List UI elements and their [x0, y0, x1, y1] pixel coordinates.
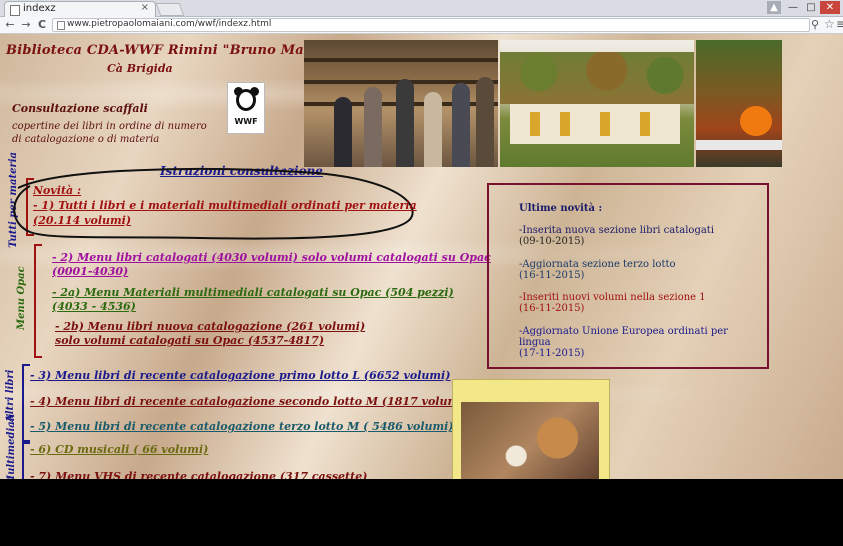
news-item-text: -Inserita nuova sezione libri catalogati: [519, 225, 715, 236]
news-item-text: -Aggiornato Unione Europea ordinati per …: [519, 326, 728, 348]
side-label-opac: Menu Opac: [16, 266, 27, 330]
new-tab-button[interactable]: [155, 3, 185, 16]
menu-link-2a[interactable]: - 2a) Menu Materiali multimediali catalo…: [52, 286, 454, 300]
menu-link-2b-range[interactable]: solo volumi catalogati su Opac (4537-481…: [55, 334, 324, 348]
photo-pumpkin: [696, 40, 782, 167]
section-bracket: [34, 244, 42, 358]
zoom-icon[interactable]: ⚲: [811, 18, 819, 31]
wwf-label: WWF: [234, 117, 258, 126]
tab-title: indexz: [23, 3, 56, 14]
back-arrow-icon[interactable]: ←: [4, 18, 16, 31]
menu-link-2a-range[interactable]: (4033 - 4536): [52, 300, 136, 314]
user-profile-icon[interactable]: ▲: [767, 1, 781, 14]
news-item: -Inseriti nuovi volumi nella sezione 1 (…: [519, 292, 759, 314]
news-item-text: -Aggiornata sezione terzo lotto: [519, 259, 676, 270]
news-item-date: (16-11-2015): [519, 270, 585, 281]
news-item-date: (17-11-2015): [519, 348, 585, 359]
menu-link-5[interactable]: - 5) Menu libri di recente catalogazione…: [30, 420, 454, 434]
tab-close-icon[interactable]: ×: [141, 2, 149, 13]
reload-icon[interactable]: C: [36, 18, 48, 31]
browser-menu-icon[interactable]: ≡: [836, 17, 843, 31]
consult-heading: Consultazione scaffali: [12, 102, 148, 115]
black-region: [0, 479, 843, 546]
window-close-button[interactable]: ✕: [820, 1, 840, 14]
url-text[interactable]: www.pietropaolomaiani.com/wwf/indexz.htm…: [67, 19, 271, 29]
page-viewport: Biblioteca CDA-WWF Rimini "Bruno Marabin…: [0, 34, 843, 479]
book-cover-image[interactable]: [452, 379, 610, 479]
news-item: -Aggiornata sezione terzo lotto (16-11-2…: [519, 259, 759, 281]
photo-library-group: [304, 40, 498, 167]
panda-icon: [236, 89, 256, 111]
browser-tabstrip: indexz × ▲ — □ ✕: [0, 0, 843, 17]
news-item: -Inserita nuova sezione libri catalogati…: [519, 225, 759, 247]
address-bar[interactable]: www.pietropaolomaiani.com/wwf/indexz.htm…: [52, 18, 810, 32]
menu-link-1-count[interactable]: (20.114 volumi): [33, 214, 131, 228]
wwf-logo: WWF: [227, 82, 265, 134]
forward-arrow-icon[interactable]: →: [20, 18, 32, 31]
menu-link-2[interactable]: - 2) Menu libri catalogati (4030 volumi)…: [52, 251, 491, 265]
menu-link-3[interactable]: - 3) Menu libri di recente catalogazione…: [30, 369, 450, 383]
side-label-tutti: Tutti per materia: [8, 151, 19, 248]
menu-link-4[interactable]: - 4) Menu libri di recente catalogazione…: [30, 395, 469, 409]
side-label-media: Multimediali: [6, 413, 17, 479]
novita-heading: Novità :: [33, 184, 82, 197]
section-bracket: [22, 364, 30, 442]
menu-link-7[interactable]: - 7) Menu VHS di recente catalogazione (…: [30, 470, 367, 479]
window-minimize-button[interactable]: —: [786, 1, 800, 14]
news-item-date: (09-10-2015): [519, 236, 585, 247]
news-item: -Aggiornato Unione Europea ordinati per …: [519, 326, 759, 359]
instructions-link[interactable]: Istruzioni consultazione: [160, 164, 323, 178]
browser-tab[interactable]: indexz ×: [4, 1, 156, 17]
news-item-date: (16-11-2015): [519, 303, 585, 314]
page-favicon-icon: [10, 5, 20, 16]
window-maximize-button[interactable]: □: [804, 1, 818, 14]
bookmark-star-icon[interactable]: ☆: [824, 17, 835, 31]
consult-description: copertine dei libri in ordine di numero …: [12, 121, 207, 145]
page-icon: [57, 21, 65, 30]
news-box: Ultime novità : -Inserita nuova sezione …: [487, 183, 769, 369]
menu-link-2b[interactable]: - 2b) Menu libri nuova catalogazione (26…: [55, 320, 365, 334]
menu-link-6[interactable]: - 6) CD musicali ( 66 volumi): [30, 443, 208, 457]
news-item-text: -Inseriti nuovi volumi nella sezione 1: [519, 292, 706, 303]
photo-farmhouse: [500, 40, 694, 167]
menu-link-2-range[interactable]: (0001-4030): [52, 265, 128, 279]
site-subtitle: Cà Brigida: [107, 62, 173, 75]
section-bracket: [22, 442, 30, 479]
menu-link-1[interactable]: - 1) Tutti i libri e i materiali multime…: [33, 199, 417, 213]
browser-toolbar: ← → C www.pietropaolomaiani.com/wwf/inde…: [0, 17, 843, 34]
news-title: Ultime novità :: [519, 203, 603, 214]
